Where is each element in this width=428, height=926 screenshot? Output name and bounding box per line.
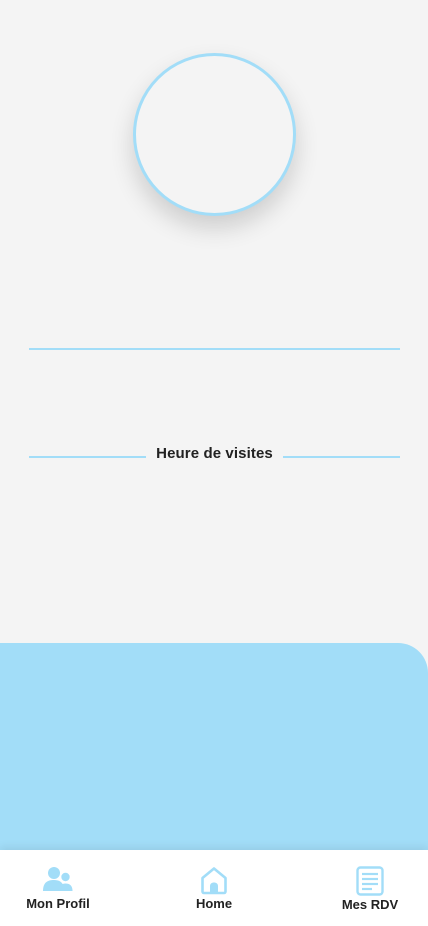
- nav-item-home[interactable]: Home: [154, 850, 274, 926]
- nav-item-mon-profil[interactable]: Mon Profil: [0, 850, 118, 926]
- nav-label-mon-profil: Mon Profil: [26, 896, 90, 911]
- profile-avatar[interactable]: [133, 53, 296, 216]
- divider: [29, 348, 400, 350]
- bottom-blue-panel: [0, 643, 428, 863]
- list-document-icon: [356, 866, 384, 896]
- nav-label-mes-rdv: Mes RDV: [341, 897, 399, 912]
- bottom-navigation: Mon Profil Home Mes RDV: [0, 850, 428, 926]
- heading-line-left: [29, 456, 146, 458]
- visits-heading-label: Heure de visites: [156, 445, 273, 462]
- users-icon: [43, 867, 73, 891]
- nav-item-mes-rdv[interactable]: Mes RDV: [310, 850, 428, 926]
- visits-section-heading: Heure de visites: [29, 444, 400, 466]
- app-screen: Heure de visites Mon Profil Home Mes RDV: [0, 0, 428, 926]
- heading-line-right: [283, 456, 400, 458]
- home-icon: [201, 867, 227, 895]
- nav-label-home: Home: [195, 896, 233, 911]
